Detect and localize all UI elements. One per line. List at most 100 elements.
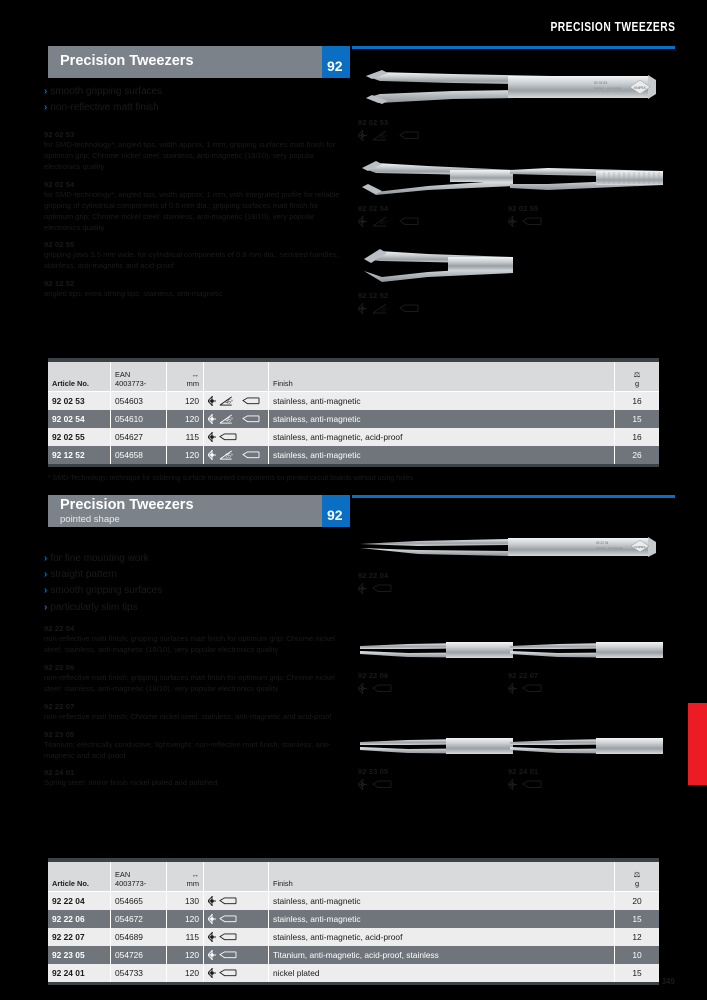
col-article-no: Article No. bbox=[52, 878, 89, 888]
photo-label: 92 24 01 bbox=[508, 767, 539, 776]
table-footnote: * SMD-Technology: technique for solderin… bbox=[48, 475, 413, 482]
photo-icon-row: 45° bbox=[358, 215, 518, 227]
tweezer-illustration-angled-profile bbox=[362, 161, 513, 195]
anti-magnetic-icon bbox=[358, 682, 367, 694]
row-icons bbox=[204, 428, 268, 446]
tip-shape-icon bbox=[242, 451, 260, 459]
stamp-line1: 92 22 04 bbox=[596, 541, 609, 545]
table-row[interactable]: 92 22 06 054672 120 stainless, anti-magn… bbox=[48, 910, 659, 928]
table-row[interactable]: 92 12 52 054658 120 25° stainless, anti-… bbox=[48, 446, 659, 464]
anti-magnetic-icon bbox=[358, 215, 367, 227]
photo-icon-row: 45° bbox=[358, 129, 658, 141]
stamp-line2: stainless · anti-magnetic bbox=[596, 547, 624, 550]
product-photo-grid: 92 22 04 stainless · anti-magnetic KNIPE… bbox=[0, 495, 707, 795]
tweezer-illustration-angled: 92 02 53 stainless · anti-magnetic KNIPE… bbox=[366, 70, 656, 104]
tip-shape-icon bbox=[219, 897, 237, 905]
anti-magnetic-icon bbox=[508, 215, 517, 227]
table-row[interactable]: 92 23 05 054726 120 Titanium, anti-magne… bbox=[48, 946, 659, 964]
running-header: PRECISION TWEEZERS bbox=[549, 20, 675, 34]
photo-icon-row bbox=[508, 215, 668, 227]
anti-magnetic-icon bbox=[208, 932, 216, 942]
row-icons: 25° bbox=[204, 446, 268, 464]
tip-shape-icon bbox=[242, 415, 260, 423]
svg-text:25°: 25° bbox=[225, 454, 233, 460]
tip-shape-icon bbox=[399, 131, 419, 139]
page-number: 349 bbox=[661, 977, 675, 986]
tip-shape-icon bbox=[522, 780, 542, 788]
table-row[interactable]: 92 02 54 054610 120 45° stainless, anti-… bbox=[48, 410, 659, 428]
angle-icon: 45° bbox=[372, 216, 388, 226]
table-row[interactable]: 92 22 07 054689 115 stainless, anti-magn… bbox=[48, 928, 659, 946]
anti-magnetic-icon bbox=[358, 778, 367, 790]
anti-magnetic-icon bbox=[508, 682, 517, 694]
col-finish: Finish bbox=[273, 378, 293, 388]
col-icons bbox=[204, 888, 268, 891]
anti-magnetic-icon bbox=[208, 396, 216, 406]
table-bottom-rule bbox=[48, 464, 659, 467]
tweezer-illustration-pointed: 92 22 04 stainless · anti-magnetic KNIPE… bbox=[360, 537, 656, 557]
product-photo-grid: 92 02 53 stainless · anti-magnetic KNIPE… bbox=[0, 46, 707, 316]
col-icons bbox=[204, 388, 268, 391]
photo-icon-row: 25° bbox=[358, 302, 518, 314]
weight-scale-icon: ⚖ bbox=[633, 869, 641, 879]
anti-magnetic-icon bbox=[208, 968, 216, 978]
photo-icon-row bbox=[358, 582, 658, 594]
anti-magnetic-icon bbox=[208, 914, 216, 924]
photo-label: 92 22 04 bbox=[358, 571, 389, 580]
anti-magnetic-icon bbox=[208, 450, 216, 460]
row-icons bbox=[204, 964, 268, 982]
anti-magnetic-icon bbox=[358, 302, 367, 314]
col-weight: ⚖ g bbox=[615, 870, 659, 892]
angle-icon: 25° bbox=[219, 450, 233, 460]
tip-shape-icon bbox=[522, 684, 542, 692]
table-row[interactable]: 92 02 55 054627 115 stainless, anti-magn… bbox=[48, 428, 659, 446]
table-header-row: Article No. EAN 4003773- ↔ mm Finish ⚖ g bbox=[48, 362, 659, 392]
col-ean: EAN 4003773- bbox=[115, 369, 147, 388]
tip-shape-icon bbox=[372, 780, 392, 788]
svg-text:45°: 45° bbox=[380, 134, 388, 140]
photo-icon-row bbox=[358, 778, 518, 790]
angle-icon: 25° bbox=[372, 303, 388, 313]
anti-magnetic-icon bbox=[208, 432, 216, 442]
table-header-row: Article No. EAN 4003773- ↔ mm Finish ⚖ g bbox=[48, 862, 659, 892]
tip-shape-icon bbox=[219, 969, 237, 977]
product-photo-cell: 92 02 54 45° bbox=[358, 154, 518, 227]
anti-magnetic-icon bbox=[508, 778, 517, 790]
table-row[interactable]: 92 24 01 054733 120 nickel plated 15 bbox=[48, 964, 659, 982]
row-icons bbox=[204, 910, 268, 928]
tip-shape-icon bbox=[399, 217, 419, 225]
table-row[interactable]: 92 22 04 054665 130 stainless, anti-magn… bbox=[48, 892, 659, 910]
length-arrow-icon: ↔ bbox=[191, 369, 199, 379]
photo-icon-row bbox=[358, 682, 518, 694]
svg-text:25°: 25° bbox=[380, 307, 388, 313]
photo-label: 92 02 53 bbox=[358, 118, 389, 127]
product-photo-cell: 92 02 55 bbox=[508, 154, 668, 227]
tweezer-illustration-pointed bbox=[510, 642, 663, 658]
product-photo-cell: 92 12 52 25° bbox=[358, 241, 518, 314]
angle-icon: 45° bbox=[372, 130, 388, 140]
row-icons bbox=[204, 928, 268, 946]
product-photo-cell: 92 24 01 bbox=[508, 725, 668, 790]
stamp-line2: stainless · anti-magnetic bbox=[594, 86, 623, 90]
photo-label: 92 22 06 bbox=[358, 671, 389, 680]
table-row[interactable]: 92 02 53 054603 120 45° stainless, anti-… bbox=[48, 392, 659, 410]
product-table: Article No. EAN 4003773- ↔ mm Finish ⚖ g… bbox=[48, 358, 659, 482]
photo-icon-row bbox=[508, 682, 668, 694]
tweezer-illustration-nickel-plated bbox=[510, 738, 663, 754]
col-length: ↔ mm bbox=[167, 870, 203, 892]
tip-shape-icon bbox=[242, 397, 260, 405]
svg-text:45°: 45° bbox=[225, 418, 233, 424]
tip-shape-icon bbox=[522, 217, 542, 225]
anti-magnetic-icon bbox=[208, 950, 216, 960]
catalog-page: PRECISION TWEEZERS Precision Tweezers 92… bbox=[0, 0, 707, 1000]
product-photo-cell: 92 22 06 bbox=[358, 629, 518, 694]
photo-label: 92 12 52 bbox=[358, 291, 389, 300]
product-photo-cell: 92 02 53 stainless · anti-magnetic KNIPE… bbox=[358, 64, 658, 141]
photo-label: 92 02 55 bbox=[508, 204, 539, 213]
weight-scale-icon: ⚖ bbox=[633, 369, 641, 379]
angle-icon: 45° bbox=[219, 414, 233, 424]
anti-magnetic-icon bbox=[208, 414, 216, 424]
row-icons bbox=[204, 946, 268, 964]
col-weight: ⚖ g bbox=[615, 370, 659, 392]
row-icons: 45° bbox=[204, 392, 268, 410]
